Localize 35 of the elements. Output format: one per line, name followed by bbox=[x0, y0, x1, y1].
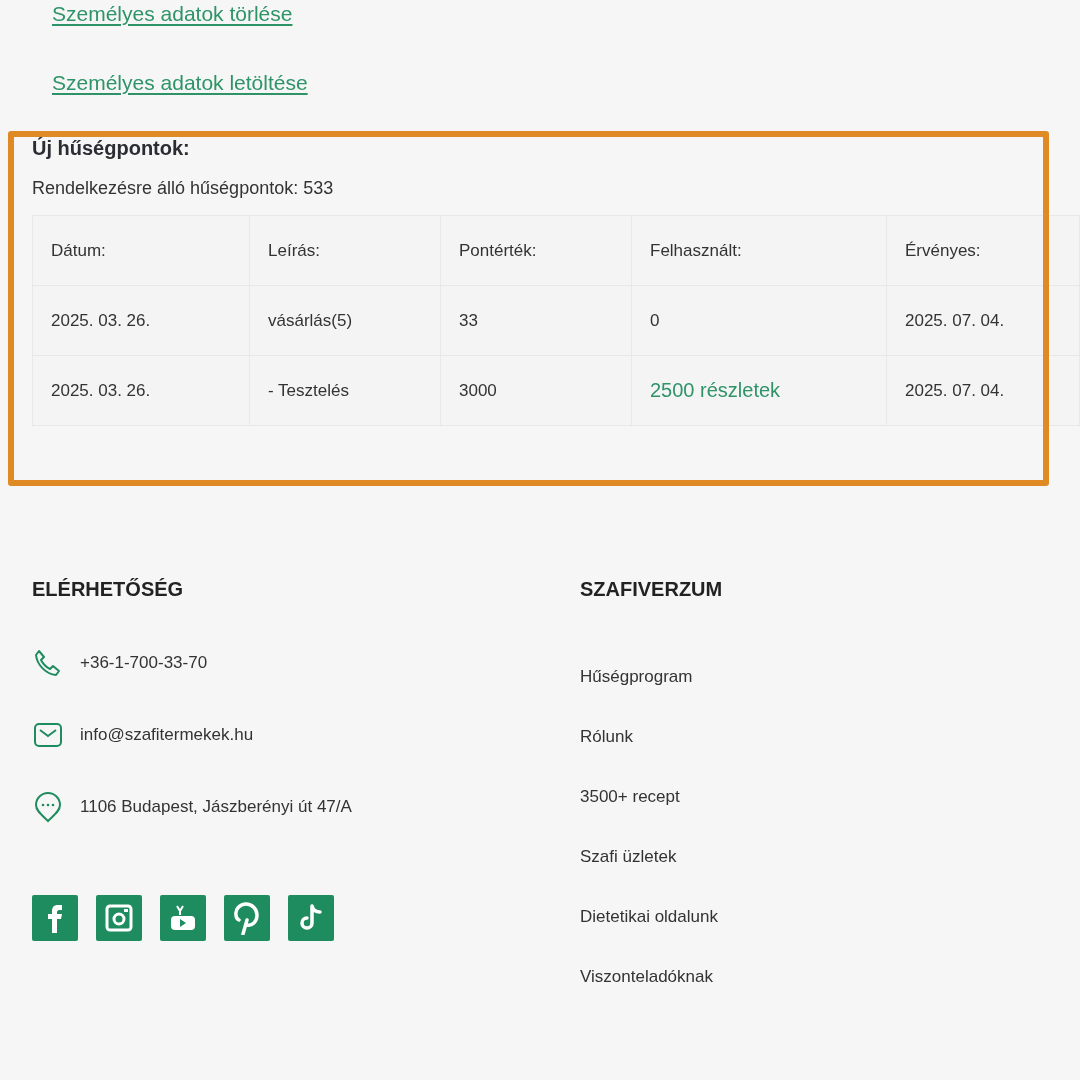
account-link[interactable]: Személyes adatok törlése bbox=[52, 2, 293, 26]
table-cell: 2025. 07. 04. bbox=[886, 355, 1080, 426]
table-cell: 3000 bbox=[440, 355, 632, 426]
video-play-icon[interactable] bbox=[160, 895, 206, 941]
footer-link[interactable]: Szafi üzletek bbox=[580, 847, 677, 867]
points-balance: Rendelkezésre álló hűségpontok: 533 bbox=[32, 178, 335, 199]
footer-link[interactable]: Rólunk bbox=[580, 727, 633, 747]
column-header: Dátum: bbox=[32, 215, 250, 286]
column-header: Pontérték: bbox=[440, 215, 632, 286]
footer-link[interactable]: Dietetikai oldalunk bbox=[580, 907, 718, 927]
footer-link[interactable]: 3500+ recept bbox=[580, 787, 680, 807]
footer-link[interactable]: Hűségprogram bbox=[580, 667, 693, 687]
table-cell: 2025. 03. 26. bbox=[32, 355, 250, 426]
table-cell: 33 bbox=[440, 285, 632, 356]
table-cell: 0 bbox=[631, 285, 887, 356]
column-header: Érvényes: bbox=[886, 215, 1080, 286]
instagram-icon[interactable] bbox=[96, 895, 142, 941]
table-cell: - Tesztelés bbox=[249, 355, 441, 426]
location-pin-icon bbox=[32, 791, 64, 823]
account-link[interactable]: Személyes adatok letöltése bbox=[52, 71, 308, 95]
footer-link[interactable]: Viszonteladóknak bbox=[580, 967, 713, 987]
column-header: Felhasznált: bbox=[631, 215, 887, 286]
pin-p-icon[interactable] bbox=[224, 895, 270, 941]
column-header: Leírás: bbox=[249, 215, 441, 286]
facebook-icon[interactable] bbox=[32, 895, 78, 941]
section-title: Új hűségpontok: bbox=[32, 136, 191, 160]
contact-text: 1106 Budapest, Jászberényi út 47/A bbox=[80, 797, 352, 817]
music-note-icon[interactable] bbox=[288, 895, 334, 941]
contact-text: +36-1-700-33-70 bbox=[80, 653, 208, 673]
table-cell: 2025. 03. 26. bbox=[32, 285, 250, 356]
table-cell: 2025. 07. 04. bbox=[886, 285, 1080, 356]
contact-text: info@szafitermekek.hu bbox=[80, 725, 254, 745]
footer-heading: SZAFIVERZUM bbox=[580, 578, 724, 601]
footer-heading: ELÉRHETŐSÉG bbox=[32, 578, 185, 601]
table-cell: vásárlás(5) bbox=[249, 285, 441, 356]
